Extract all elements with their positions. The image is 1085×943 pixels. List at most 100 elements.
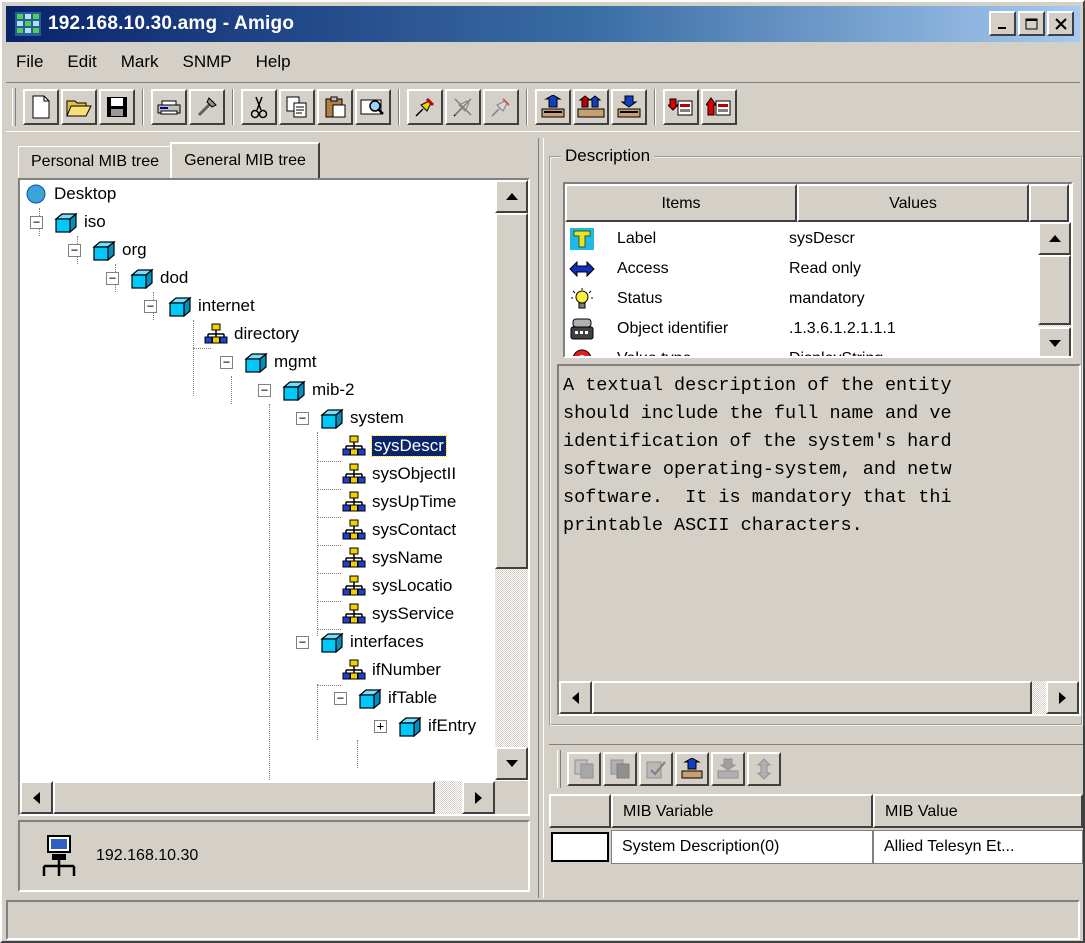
menu-edit[interactable]: Edit: [55, 52, 108, 72]
property-row[interactable]: Object identifier .1.3.6.1.2.1.1.1: [565, 314, 896, 344]
title-bar[interactable]: 192.168.10.30.amg - Amigo: [6, 6, 1080, 42]
tree-node-ifnumber[interactable]: ifNumber: [342, 656, 441, 684]
menu-file[interactable]: File: [6, 52, 55, 72]
column-mib-value[interactable]: MIB Value: [873, 794, 1083, 828]
tab-general-mib-tree[interactable]: General MIB tree: [170, 142, 320, 178]
scroll-down-button[interactable]: [1038, 327, 1071, 356]
set-button[interactable]: [611, 89, 647, 125]
mib-value-cell[interactable]: Allied Telesyn Et...: [873, 830, 1083, 864]
copy-var-button[interactable]: [567, 751, 601, 786]
tree-node-iso[interactable]: iso: [54, 208, 106, 236]
scroll-right-button[interactable]: [1046, 681, 1079, 714]
tree-node-mgmt[interactable]: mgmt: [244, 348, 317, 376]
tree-node-syscontact[interactable]: sysContact: [342, 516, 456, 544]
menu-snmp[interactable]: SNMP: [170, 52, 243, 72]
scroll-up-button[interactable]: [1038, 222, 1071, 255]
unpin-all-button[interactable]: [483, 89, 519, 125]
mib-variable-cell[interactable]: System Description(0): [611, 830, 873, 864]
tree-node-ifentry[interactable]: ifEntry: [398, 712, 476, 740]
scroll-thumb[interactable]: [53, 781, 435, 814]
get-next-button[interactable]: [573, 89, 609, 125]
collapse-toggle[interactable]: −: [30, 216, 43, 229]
print-button[interactable]: [151, 89, 187, 125]
collapse-toggle[interactable]: −: [68, 244, 81, 257]
unpin-button[interactable]: [445, 89, 481, 125]
collapse-toggle[interactable]: −: [296, 412, 309, 425]
tree-node-internet[interactable]: internet: [168, 292, 255, 320]
copy-button[interactable]: [279, 89, 315, 125]
mib-tree[interactable]: Desktop − iso − org − dod − internet directory − mg…: [20, 180, 495, 780]
tree-vertical-scrollbar[interactable]: [495, 180, 528, 780]
tree-node-dod[interactable]: dod: [130, 264, 188, 292]
tree-node-mib-2[interactable]: mib-2: [282, 376, 355, 404]
tree-horizontal-scrollbar[interactable]: [20, 781, 495, 814]
row-select-cell[interactable]: [551, 832, 609, 862]
maximize-button[interactable]: [1018, 11, 1045, 36]
expand-toggle[interactable]: +: [374, 720, 387, 733]
description-text-area[interactable]: A textual description of the entity shou…: [557, 364, 1081, 716]
column-values[interactable]: Values: [797, 184, 1029, 222]
menu-mark[interactable]: Mark: [109, 52, 171, 72]
trap-button[interactable]: [701, 89, 737, 125]
scroll-down-button[interactable]: [495, 747, 528, 780]
get-var-button[interactable]: [675, 751, 709, 786]
get-button[interactable]: [535, 89, 571, 125]
tree-node-sysdescr[interactable]: sysDescr: [342, 432, 447, 460]
paste-button[interactable]: [317, 89, 353, 125]
menu-help[interactable]: Help: [244, 52, 303, 72]
app-network-icon[interactable]: [14, 11, 42, 37]
properties-button[interactable]: [189, 89, 225, 125]
tree-node-sysobjectii[interactable]: sysObjectII: [342, 460, 456, 488]
arrow-right-icon: [1058, 691, 1066, 704]
scroll-thumb[interactable]: [495, 213, 528, 569]
tab-personal-mib-tree[interactable]: Personal MIB tree: [18, 146, 173, 178]
check-var-button[interactable]: [639, 751, 673, 786]
minimize-button[interactable]: [989, 11, 1016, 36]
properties-vertical-scrollbar[interactable]: [1038, 222, 1071, 356]
paste-var-button[interactable]: [603, 751, 637, 786]
cut-button[interactable]: [241, 89, 277, 125]
scroll-thumb[interactable]: [592, 681, 1032, 714]
tree-node-system[interactable]: system: [320, 404, 404, 432]
tree-node-org[interactable]: org: [92, 236, 147, 264]
scroll-thumb[interactable]: [1038, 255, 1071, 325]
collapse-toggle[interactable]: −: [258, 384, 271, 397]
column-select[interactable]: [549, 794, 611, 828]
tree-node-sysservice[interactable]: sysService: [342, 600, 454, 628]
collapse-toggle[interactable]: −: [220, 356, 233, 369]
find-button[interactable]: [355, 89, 391, 125]
scroll-left-button[interactable]: [559, 681, 592, 714]
tree-node-interfaces[interactable]: interfaces: [320, 628, 424, 656]
column-items[interactable]: Items: [565, 184, 797, 222]
tree-node-sysname[interactable]: sysName: [342, 544, 443, 572]
collapse-toggle[interactable]: −: [334, 692, 347, 705]
property-row[interactable]: Status mandatory: [565, 284, 865, 314]
description-horizontal-scrollbar[interactable]: [559, 681, 1079, 714]
open-button[interactable]: [61, 89, 97, 125]
close-button[interactable]: [1047, 11, 1074, 36]
tree-node-desktop[interactable]: Desktop: [24, 180, 116, 208]
tree-node-sysuptime[interactable]: sysUpTime: [342, 488, 456, 516]
property-row[interactable]: Value type DisplayString: [565, 344, 883, 356]
scroll-right-button[interactable]: [462, 781, 495, 814]
set-var-button[interactable]: [711, 751, 745, 786]
panel-splitter[interactable]: [538, 138, 544, 898]
new-button[interactable]: [23, 89, 59, 125]
property-row[interactable]: Label sysDescr: [565, 224, 855, 254]
tree-node-directory[interactable]: directory: [204, 320, 299, 348]
pin-button[interactable]: [407, 89, 443, 125]
tree-node-iftable[interactable]: ifTable: [358, 684, 437, 712]
toolbar-grip[interactable]: [557, 749, 561, 788]
toolbar-grip[interactable]: [12, 88, 16, 126]
tree-node-syslocatio[interactable]: sysLocatio: [342, 572, 452, 600]
walk-button[interactable]: [663, 89, 699, 125]
property-row[interactable]: Access Read only: [565, 254, 861, 284]
collapse-toggle[interactable]: −: [106, 272, 119, 285]
collapse-toggle[interactable]: −: [296, 636, 309, 649]
scroll-up-button[interactable]: [495, 180, 528, 213]
save-button[interactable]: [99, 89, 135, 125]
move-var-button[interactable]: [747, 751, 781, 786]
scroll-left-button[interactable]: [20, 781, 53, 814]
column-mib-variable[interactable]: MIB Variable: [611, 794, 873, 828]
collapse-toggle[interactable]: −: [144, 300, 157, 313]
